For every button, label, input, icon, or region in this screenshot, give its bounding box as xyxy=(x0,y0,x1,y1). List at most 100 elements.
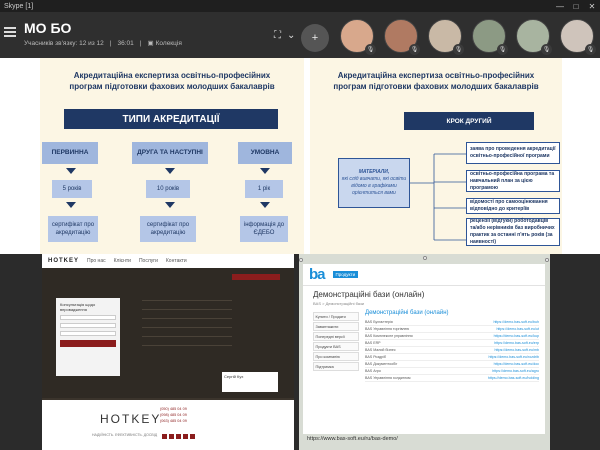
products-tab[interactable]: Продукти xyxy=(332,271,359,278)
participant-strip: 🎙 🎙 🎙 🎙 🎙 🎙 xyxy=(338,17,596,55)
call-duration: 36:01 xyxy=(117,39,134,47)
phone-link[interactable]: (063) 485 04 09 xyxy=(160,418,187,424)
hotkey-website: HOTKEY Про нас Клієнти Послуги Контакти … xyxy=(42,254,294,450)
sidebar-item[interactable]: Попередні версії xyxy=(313,332,359,341)
demo-link[interactable]: https://demo.bas-soft.eu/ut xyxy=(496,327,539,331)
types-header: ТИПИ АКРЕДИТАЦІЇ xyxy=(64,109,278,129)
demo-link[interactable]: https://demo.bas-soft.eu/rozdrib xyxy=(488,355,539,359)
shared-screen-slides: Акредитаційна експертиза освітньо-профес… xyxy=(0,58,600,254)
view-controls: ⛶ ⌄ xyxy=(274,30,295,41)
participant-tile[interactable]: 🎙 xyxy=(470,17,508,55)
close-button[interactable]: ✕ xyxy=(584,0,600,12)
slide-accreditation-types: Акредитаційна експертиза освітньо-профес… xyxy=(40,58,304,254)
demo-link[interactable]: https://demo.bas-soft.eu/mb xyxy=(494,348,539,352)
table-row: BAS Управління холдингом https://demo.bas… xyxy=(365,375,539,382)
collection-label: Колекція xyxy=(155,39,182,47)
chevron-down-icon[interactable]: ⌄ xyxy=(287,30,295,41)
youtube-icon[interactable] xyxy=(169,434,174,439)
arrow-down-icon xyxy=(66,168,76,174)
demo-name: BAS Управління холдингом xyxy=(365,376,411,380)
breadcrumb: BAS > Демонстраційні бази xyxy=(313,301,365,306)
sidebar-item[interactable]: Продукти BAS xyxy=(313,342,359,351)
facebook-icon[interactable] xyxy=(162,434,167,439)
name-field[interactable] xyxy=(60,315,116,320)
cta-button[interactable] xyxy=(232,274,280,280)
add-person-icon: + xyxy=(311,32,319,44)
sidebar-item[interactable]: Купити / Продати xyxy=(313,312,359,321)
table-row: BAS Комплексне управління https://demo.ba… xyxy=(365,333,539,340)
participant-tile[interactable]: 🎙 xyxy=(338,17,376,55)
benefit-item xyxy=(142,321,232,328)
participant-tile[interactable]: 🎙 xyxy=(558,17,596,55)
page-heading: Демонстраційні бази (онлайн) xyxy=(313,290,425,299)
sidebar-item[interactable]: Завантажити xyxy=(313,322,359,331)
slide-title-line: Акредитаційна експертиза освітньо-профес… xyxy=(337,71,535,80)
benefit-item xyxy=(142,330,232,337)
window-titlebar: Skype [1] — □ ✕ xyxy=(0,0,600,12)
collection-link[interactable]: ▣ Колекція xyxy=(147,39,182,48)
bas-website: ba Продукти Демонстраційні бази (онлайн)… xyxy=(299,254,550,450)
email-field[interactable] xyxy=(60,331,116,336)
demo-link[interactable]: https://demo.bas-soft.eu/buh xyxy=(493,320,539,324)
sidebar-item[interactable]: Підтримка xyxy=(313,362,359,371)
demo-name: BAS Агро xyxy=(365,369,381,373)
materials-line: орієнтиться вами xyxy=(352,190,396,196)
add-participant-button[interactable]: + xyxy=(301,24,329,52)
contact-card: Сергій Кух xyxy=(222,372,278,392)
sidebar-item[interactable]: Про компанію xyxy=(313,352,359,361)
materials-box: МАТЕРІАЛИ, які слід вивчати, які освіти … xyxy=(338,158,410,208)
microphone-icon: 🎙 xyxy=(541,44,552,55)
bas-main: Демонстраційні бази (онлайн) BAS Бухгалт… xyxy=(365,310,539,382)
chat-subtitle: Учасників зв'язку: 12 из 12 | 36:01 | ▣ … xyxy=(24,39,182,48)
gallery-icon: ▣ xyxy=(147,40,154,47)
phone-field[interactable] xyxy=(60,323,116,328)
participant-tile[interactable]: 🎙 xyxy=(382,17,420,55)
section-title: Демонстраційні бази (онлайн) xyxy=(365,310,449,316)
footer-logo: HOTKEY xyxy=(100,412,162,426)
nav-link[interactable]: Контакти xyxy=(166,258,187,264)
menu-icon[interactable] xyxy=(4,27,16,37)
demo-link[interactable]: https://demo.bas-soft.eu/doc xyxy=(494,362,539,366)
nav-link[interactable]: Послуги xyxy=(139,258,158,264)
slide-title: Акредитаційна експертиза освітньо-профес… xyxy=(40,70,304,92)
demo-link[interactable]: https://demo.bas-soft.eu/holding xyxy=(488,376,539,380)
arrow-down-icon xyxy=(260,168,270,174)
slide-title-line: програм підготовки фахових молодших бака… xyxy=(333,82,539,91)
type-conditional: УМОВНА xyxy=(238,142,292,164)
expand-icon[interactable]: ⛶ xyxy=(274,30,281,41)
resize-handle[interactable] xyxy=(545,258,549,262)
slide-title: Акредитаційна експертиза освітньо-профес… xyxy=(310,70,562,92)
participant-tile[interactable]: 🎙 xyxy=(426,17,464,55)
bas-logo: ba xyxy=(309,266,325,283)
result-primary: сертифікат про акредитацію xyxy=(48,216,98,242)
arrow-down-icon xyxy=(66,202,76,208)
table-row: BAS Документообіг https://demo.bas-soft.e… xyxy=(365,361,539,368)
table-row: BAS Малий бізнес https://demo.bas-soft.eu… xyxy=(365,347,539,354)
years-primary: 5 років xyxy=(52,180,92,198)
participants-count: Учасників зв'язку: 12 из 12 xyxy=(24,39,104,47)
result-second: сертифікат про акредитацію xyxy=(140,216,196,242)
bas-nav: ba Продукти xyxy=(303,264,545,286)
benefit-item xyxy=(142,339,232,346)
resize-handle[interactable] xyxy=(299,258,303,262)
linkedin-icon[interactable] xyxy=(190,434,195,439)
maximize-button[interactable]: □ xyxy=(568,0,584,12)
arrow-down-icon xyxy=(165,168,175,174)
contact-name: Сергій Кух xyxy=(224,374,244,379)
hotkey-logo: HOTKEY xyxy=(48,258,80,264)
years-second: 10 років xyxy=(146,180,190,198)
demo-link[interactable]: https://demo.bas-soft.eu/erp xyxy=(494,341,539,345)
demo-link[interactable]: https://demo.bas-soft.eu/kup xyxy=(494,334,539,338)
demo-link[interactable]: https://demo.bas-soft.eu/agro xyxy=(492,369,539,373)
minimize-button[interactable]: — xyxy=(552,0,568,12)
nav-link[interactable]: Про нас xyxy=(87,258,106,264)
benefit-item xyxy=(142,312,232,319)
submit-button[interactable] xyxy=(60,340,116,347)
nav-link[interactable]: Клієнти xyxy=(114,258,131,264)
instagram-icon[interactable] xyxy=(176,434,181,439)
telegram-icon[interactable] xyxy=(183,434,188,439)
participant-tile[interactable]: 🎙 xyxy=(514,17,552,55)
page-url[interactable]: https://www.bas-soft.eu/ru/bas-demo/ xyxy=(307,436,398,442)
consultation-form: Консультація щодо впровадження xyxy=(56,298,120,376)
resize-handle[interactable] xyxy=(423,256,427,260)
